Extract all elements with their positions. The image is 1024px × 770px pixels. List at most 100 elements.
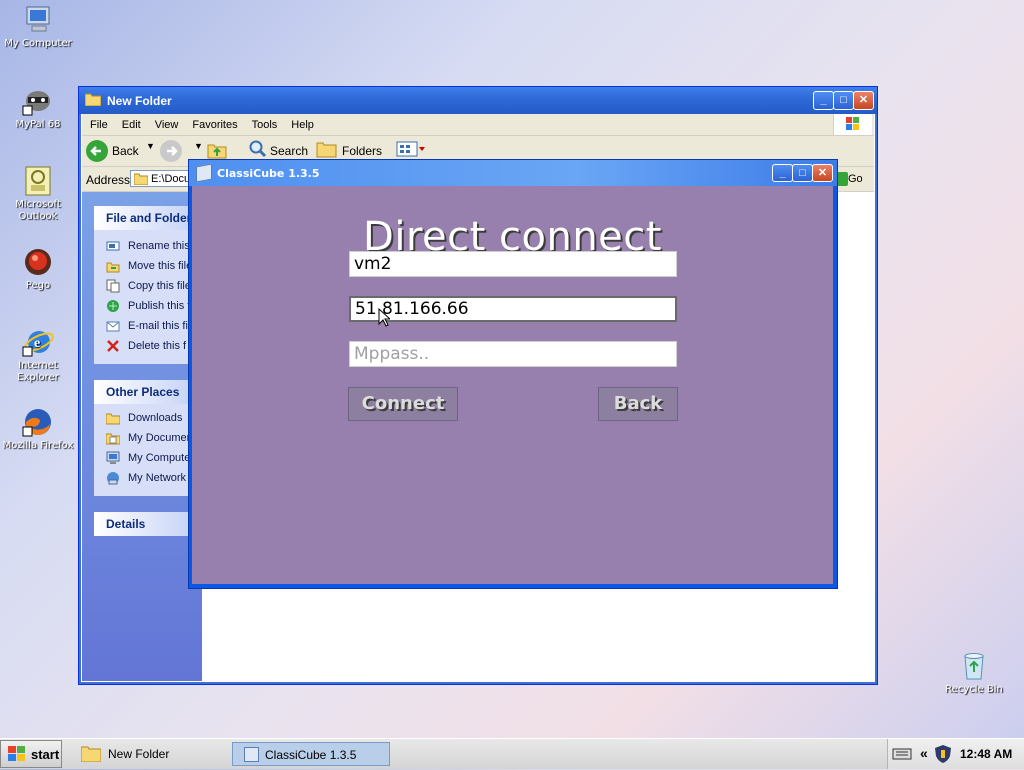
maximize-button[interactable]: □ [792,164,813,182]
firefox-icon [22,406,54,438]
direct-connect-screen: Direct connect Connect Back [192,186,833,584]
ie-icon: e [22,326,54,358]
explorer-titlebar[interactable]: New Folder _ □ ✕ [79,87,877,114]
desktop-icon-recycle-bin[interactable]: Recycle Bin [936,650,1012,696]
desktop-icon-my-computer[interactable]: My Computer [0,4,76,50]
forward-dropdown-icon[interactable]: ▼ [194,141,203,151]
menu-view[interactable]: View [155,119,179,131]
classicube-icon [244,747,259,762]
desktop-icon-label: MyPal 68 [15,119,61,130]
place-my-documents[interactable]: My Documen [94,428,194,448]
security-shield-icon[interactable] [934,744,952,767]
recycle-bin-icon [958,650,990,682]
folder-icon [84,92,102,107]
classicube-titlebar[interactable]: ClassiCube 1.3.5 _ □ ✕ [189,160,837,186]
back-dropdown-icon[interactable]: ▼ [146,141,155,151]
close-button[interactable]: ✕ [853,91,874,110]
folders-button[interactable]: Folders [342,144,382,158]
go-button[interactable]: Go [848,173,863,185]
desktop-icon-outlook[interactable]: Microsoft Outlook [0,165,76,223]
email-icon [106,319,120,333]
minimize-button[interactable]: _ [813,91,834,110]
desktop-icon-pego[interactable]: Pego [0,246,76,292]
place-my-network[interactable]: My Network [94,468,194,488]
close-button[interactable]: ✕ [812,164,833,182]
details-header[interactable]: Details [94,512,194,536]
mypal-icon [22,85,54,117]
start-button[interactable]: start [0,740,62,768]
place-downloads[interactable]: Downloads [94,408,194,428]
mppass-input[interactable] [349,341,677,367]
menu-favorites[interactable]: Favorites [192,119,237,131]
username-input[interactable] [349,251,677,277]
desktop-icon-firefox[interactable]: Mozilla Firefox [0,406,76,452]
svg-text:e: e [34,336,40,351]
explorer-menubar: File Edit View Favorites Tools Help [82,114,874,136]
system-tray: « 12:48 AM [887,739,1024,769]
other-places-panel: Other Places Downloads My Documen My Com… [94,380,194,496]
rename-icon [106,239,120,253]
menu-file[interactable]: File [90,119,108,131]
other-places-header[interactable]: Other Places [94,380,194,404]
task-publish[interactable]: Publish this f [94,296,194,316]
taskbar-item-label: ClassiCube 1.3.5 [265,748,357,762]
back-arrow-icon[interactable] [86,140,108,162]
taskbar-item-label: New Folder [108,747,170,761]
publish-icon [106,299,120,313]
server-address-input[interactable] [349,296,677,322]
copy-icon [106,279,120,293]
mouse-cursor-icon [378,307,392,330]
move-icon [106,259,120,273]
address-label: Address [86,173,131,187]
outlook-icon [22,165,54,197]
folder-icon [105,411,121,425]
tray-expand-button[interactable]: « [920,745,928,761]
taskbar: start New Folder ClassiCube 1.3.5 « 12:4… [0,738,1024,769]
task-email[interactable]: E-mail this fil [94,316,194,336]
computer-icon [22,4,54,36]
back-button[interactable]: Back [112,144,139,158]
address-value: E:\Docu [151,173,191,185]
desktop-icon-label: Internet Explorer [17,360,59,383]
windows-logo-icon [7,745,27,766]
classicube-icon [196,163,212,183]
back-button[interactable]: Back [598,387,678,421]
windows-logo-icon [833,114,872,135]
task-delete[interactable]: Delete this f [94,336,194,356]
desktop-icon-ie[interactable]: e Internet Explorer [0,326,76,384]
taskbar-item-new-folder[interactable]: New Folder [76,742,226,766]
details-panel: Details [94,512,194,536]
clock[interactable]: 12:48 AM [960,747,1012,761]
desktop-icon-mypal[interactable]: MyPal 68 [0,85,76,131]
documents-icon [105,431,121,445]
keyboard-icon[interactable] [892,748,912,763]
task-copy[interactable]: Copy this file [94,276,194,296]
taskbar-item-classicube[interactable]: ClassiCube 1.3.5 [232,742,390,766]
place-my-computer[interactable]: My Compute [94,448,194,468]
task-move[interactable]: Move this file [94,256,194,276]
folders-icon [316,140,338,161]
folder-small-icon [133,173,149,186]
file-folder-tasks-header[interactable]: File and Folder [94,206,194,230]
file-folder-tasks-panel: File and Folder Rename this Move this fi… [94,206,194,364]
task-rename[interactable]: Rename this [94,236,194,256]
desktop-icon-label: Microsoft Outlook [15,199,61,222]
desktop-icon-label: Pego [25,280,51,291]
classicube-title: ClassiCube 1.3.5 [217,167,320,180]
explorer-title: New Folder [107,94,172,108]
delete-icon [106,339,120,353]
desktop-icon-label: Recycle Bin [945,684,1003,695]
desktop-icon-label: My Computer [4,38,72,49]
menu-help[interactable]: Help [291,119,314,131]
search-button[interactable]: Search [270,144,308,158]
views-icon[interactable] [396,140,426,161]
connect-button[interactable]: Connect [348,387,458,421]
pego-icon [22,246,54,278]
menu-edit[interactable]: Edit [122,119,141,131]
start-label: start [31,747,60,762]
forward-arrow-icon[interactable] [160,140,182,162]
explorer-task-pane: File and Folder Rename this Move this fi… [82,192,202,681]
maximize-button[interactable]: □ [833,91,854,110]
minimize-button[interactable]: _ [772,164,793,182]
menu-tools[interactable]: Tools [252,119,278,131]
